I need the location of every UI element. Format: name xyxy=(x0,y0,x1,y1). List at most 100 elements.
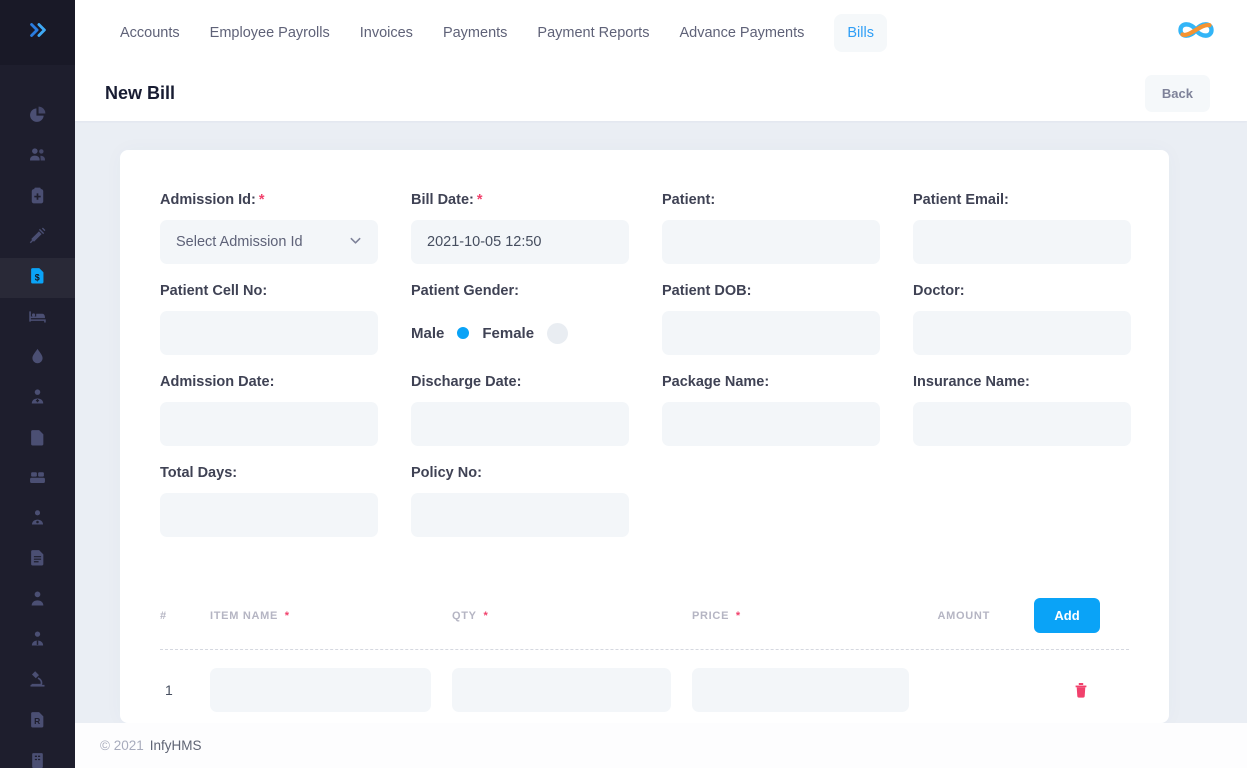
gender-radio-male[interactable] xyxy=(457,327,469,339)
gender-radio-female[interactable] xyxy=(547,323,568,344)
ward-beds-icon xyxy=(29,469,46,491)
clipboard-medical-icon xyxy=(29,187,46,209)
svg-text:$: $ xyxy=(35,273,40,283)
field-patient-email: Patient Email: xyxy=(913,192,1131,264)
field-bill-date: Bill Date:* xyxy=(411,192,629,264)
admission-id-select[interactable]: Select Admission Id xyxy=(160,220,378,264)
gender-option-label-female: Female xyxy=(482,325,534,342)
infinity-logo-icon xyxy=(1175,17,1217,48)
nav-tab-payments[interactable]: Payments xyxy=(443,14,507,52)
brand-text: InfyHMS xyxy=(150,738,202,753)
sidebar-item-blood-drop[interactable] xyxy=(0,339,75,379)
field-label: Admission Id:* xyxy=(160,192,378,208)
input-total-days[interactable] xyxy=(160,493,378,537)
syringe-icon xyxy=(29,227,46,249)
field-label: Patient Gender: xyxy=(411,283,629,299)
field-label: Patient: xyxy=(662,192,880,208)
sidebar-item-clipboard-medical[interactable] xyxy=(0,178,75,218)
input-patient[interactable] xyxy=(662,220,880,264)
nav-tab-bills[interactable]: Bills xyxy=(834,14,887,52)
price-input[interactable] xyxy=(692,668,909,712)
input-discharge-date[interactable] xyxy=(411,402,629,446)
sidebar-item-doctor-badge[interactable] xyxy=(0,500,75,540)
items-table-row: 1 xyxy=(160,668,1129,712)
footer: © 2021 InfyHMS xyxy=(75,723,1247,768)
field-insurance-name: Insurance Name: xyxy=(913,374,1131,446)
delete-row-button[interactable] xyxy=(1073,682,1089,698)
field-label: Patient Email: xyxy=(913,192,1131,208)
sidebar-item-users[interactable] xyxy=(0,137,75,177)
app-logo[interactable] xyxy=(1175,17,1217,48)
copyright-text: © 2021 xyxy=(100,738,144,753)
staff-icon xyxy=(29,630,46,652)
field-patient-dob: Patient DOB: xyxy=(662,283,880,355)
input-patient-cell-no[interactable] xyxy=(160,311,378,355)
pie-chart-icon xyxy=(29,106,46,128)
report-document-icon xyxy=(29,549,46,571)
sidebar-item-report-document[interactable] xyxy=(0,540,75,580)
field-discharge-date: Discharge Date: xyxy=(411,374,629,446)
sidebar-item-microscope[interactable] xyxy=(0,661,75,701)
page-title: New Bill xyxy=(105,83,175,104)
items-table-header: #ITEM NAME *QTY *PRICE *AMOUNTAdd xyxy=(160,598,1129,650)
doctor-icon xyxy=(29,388,46,410)
input-bill-date[interactable] xyxy=(411,220,629,264)
field-label: Doctor: xyxy=(913,283,1131,299)
field-admission-date: Admission Date: xyxy=(160,374,378,446)
nav-tab-employee-payrolls[interactable]: Employee Payrolls xyxy=(210,14,330,52)
sidebar-item-staff[interactable] xyxy=(0,621,75,661)
sidebar-item-patient[interactable] xyxy=(0,581,75,621)
field-doctor: Doctor: xyxy=(913,283,1131,355)
nav-tab-accounts[interactable]: Accounts xyxy=(120,14,180,52)
input-admission-date[interactable] xyxy=(160,402,378,446)
bill-document-icon: $ xyxy=(29,267,46,289)
field-policy-no: Policy No: xyxy=(411,465,629,537)
sidebar-nav: $R xyxy=(0,97,75,768)
doctor-badge-icon xyxy=(29,509,46,531)
field-label: Discharge Date: xyxy=(411,374,629,390)
sidebar-item-document[interactable] xyxy=(0,419,75,459)
field-label: Patient DOB: xyxy=(662,283,880,299)
sidebar: $R xyxy=(0,0,75,768)
sidebar-item-building[interactable] xyxy=(0,742,75,768)
field-total-days: Total Days: xyxy=(160,465,378,537)
input-package-name[interactable] xyxy=(662,402,880,446)
add-item-button[interactable]: Add xyxy=(1034,598,1100,633)
patient-gender-radio-group: MaleFemale xyxy=(411,311,629,355)
input-insurance-name[interactable] xyxy=(913,402,1131,446)
item-name-input[interactable] xyxy=(210,668,431,712)
sidebar-item-pie-chart[interactable] xyxy=(0,97,75,137)
input-policy-no[interactable] xyxy=(411,493,629,537)
input-patient-email[interactable] xyxy=(913,220,1131,264)
nav-tab-payment-reports[interactable]: Payment Reports xyxy=(537,14,649,52)
bill-form: Admission Id:* Select Admission Id Bill Da… xyxy=(160,192,1129,556)
column-header-amount: AMOUNT xyxy=(930,610,990,622)
input-doctor[interactable] xyxy=(913,311,1131,355)
new-bill-form-card: Admission Id:* Select Admission Id Bill Da… xyxy=(120,150,1169,723)
svg-text:R: R xyxy=(34,716,40,726)
nav-tab-advance-payments[interactable]: Advance Payments xyxy=(679,14,804,52)
sidebar-item-ward-beds[interactable] xyxy=(0,460,75,500)
sidebar-item-bed[interactable] xyxy=(0,298,75,338)
sidebar-item-syringe[interactable] xyxy=(0,218,75,258)
blood-drop-icon xyxy=(29,348,46,370)
input-patient-dob[interactable] xyxy=(662,311,880,355)
field-label: Insurance Name: xyxy=(913,374,1131,390)
row-number: 1 xyxy=(160,682,210,698)
sidebar-toggle-button[interactable] xyxy=(0,0,75,65)
qty-input[interactable] xyxy=(452,668,671,712)
users-icon xyxy=(29,146,46,168)
field-package-name: Package Name: xyxy=(662,374,880,446)
sidebar-item-doctor[interactable] xyxy=(0,379,75,419)
back-button[interactable]: Back xyxy=(1145,75,1210,112)
column-header-item-name: ITEM NAME * xyxy=(210,610,452,622)
sidebar-item-bill-document[interactable]: $ xyxy=(0,258,75,298)
field-label: Patient Cell No: xyxy=(160,283,378,299)
nav-tab-invoices[interactable]: Invoices xyxy=(360,14,413,52)
add-item-cell: Add xyxy=(990,598,1129,633)
sidebar-item-prescription-document[interactable]: R xyxy=(0,701,75,741)
trash-icon xyxy=(1073,686,1089,701)
topbar: Accounts Employee Payrolls Invoices Payment… xyxy=(75,0,1247,65)
patient-icon xyxy=(29,590,46,612)
field-label: Admission Date: xyxy=(160,374,378,390)
